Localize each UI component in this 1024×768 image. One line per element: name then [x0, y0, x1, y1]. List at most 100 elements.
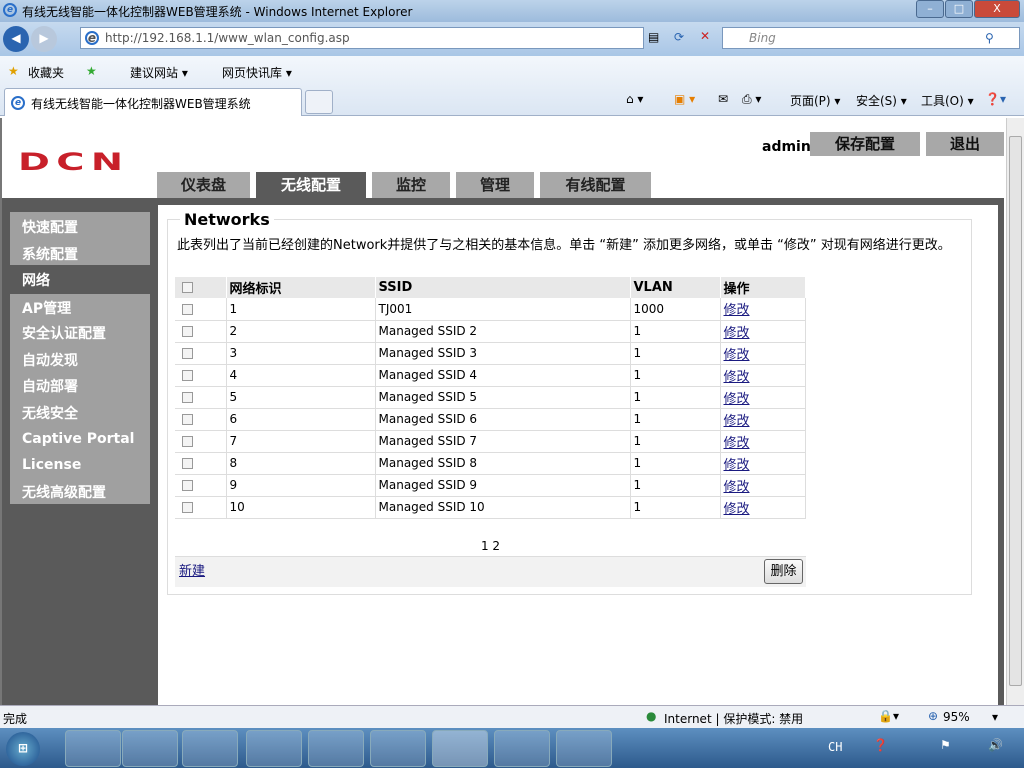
- taskbar-media[interactable]: [182, 730, 238, 767]
- vlan: 1: [630, 474, 721, 497]
- row-checkbox[interactable]: [182, 326, 193, 337]
- start-button[interactable]: ⊞: [6, 732, 40, 766]
- edit-link[interactable]: 修改: [724, 436, 750, 451]
- refresh-icon[interactable]: ⟳: [674, 30, 684, 44]
- delete-button[interactable]: 删除: [764, 559, 803, 584]
- tab-wired-config[interactable]: 有线配置: [540, 172, 651, 198]
- sidebar-item-security-auth[interactable]: 安全认证配置: [22, 323, 106, 343]
- sidebar-item-advanced[interactable]: 无线高级配置: [22, 482, 106, 502]
- stop-icon[interactable]: ✕: [700, 29, 710, 43]
- help-icon[interactable]: ❓▾: [985, 92, 1006, 106]
- page-2-link[interactable]: 2: [492, 539, 500, 553]
- status-bar: 完成 ● Internet | 保护模式: 禁用 🔒▾ ⊕ 95% ▾: [0, 705, 1024, 728]
- taskbar-app[interactable]: [246, 730, 302, 767]
- edit-link[interactable]: 修改: [724, 458, 750, 473]
- edit-link[interactable]: 修改: [724, 303, 750, 318]
- sidebar-item-auto-discovery[interactable]: 自动发现: [22, 350, 78, 370]
- save-config-button[interactable]: 保存配置: [810, 132, 920, 156]
- web-slice-link[interactable]: 网页快讯库 ▾: [222, 64, 292, 81]
- taskbar-remote[interactable]: [370, 730, 426, 767]
- vertical-scrollbar[interactable]: [1006, 118, 1024, 705]
- network-id: 9: [226, 474, 376, 497]
- minimize-button[interactable]: –: [916, 0, 944, 18]
- ssid: Managed SSID 9: [375, 474, 631, 497]
- row-checkbox[interactable]: [182, 502, 193, 513]
- sidebar-item-captive-portal[interactable]: Captive Portal: [22, 431, 134, 447]
- page-menu[interactable]: 页面(P) ▾: [790, 92, 840, 109]
- search-icon[interactable]: ⚲: [985, 31, 994, 45]
- row-checkbox[interactable]: [182, 348, 193, 359]
- sidebar-item-wireless-security[interactable]: 无线安全: [22, 403, 78, 423]
- compat-view-icon[interactable]: ▤: [648, 30, 659, 44]
- row-checkbox[interactable]: [182, 480, 193, 491]
- row-checkbox[interactable]: [182, 458, 193, 469]
- edit-link[interactable]: 修改: [724, 370, 750, 385]
- maximize-button[interactable]: □: [945, 0, 973, 18]
- taskbar-photo[interactable]: [494, 730, 550, 767]
- add-favorite-icon[interactable]: ★: [86, 64, 97, 78]
- mail-icon[interactable]: ✉: [718, 92, 728, 106]
- browser-tab[interactable]: e 有线无线智能一体化控制器WEB管理系统: [4, 88, 302, 116]
- edit-link[interactable]: 修改: [724, 414, 750, 429]
- print-icon[interactable]: ⎙ ▾: [742, 92, 761, 107]
- network-id: 4: [226, 364, 376, 387]
- sidebar-item-quick-config[interactable]: 快速配置: [22, 217, 78, 237]
- suggested-sites-link[interactable]: 建议网站 ▾: [130, 64, 188, 81]
- tab-dashboard[interactable]: 仪表盘: [157, 172, 250, 198]
- protected-mode-icon[interactable]: 🔒▾: [878, 709, 899, 723]
- table-header: 网络标识 SSID VLAN 操作: [175, 277, 806, 298]
- page-icon: e: [85, 31, 99, 45]
- sidebar-item-system-config[interactable]: 系统配置: [22, 244, 78, 264]
- new-network-link[interactable]: 新建: [179, 560, 205, 579]
- row-checkbox[interactable]: [182, 414, 193, 425]
- home-icon[interactable]: ⌂ ▾: [626, 92, 643, 106]
- sidebar-item-ap-management[interactable]: AP管理: [22, 298, 71, 318]
- back-button[interactable]: ◀: [3, 26, 29, 52]
- safety-menu[interactable]: 安全(S) ▾: [856, 92, 907, 109]
- help-tray-icon[interactable]: ❓: [873, 738, 888, 752]
- address-bar[interactable]: e http://192.168.1.1/www_wlan_config.asp: [80, 27, 644, 49]
- taskbar-doc[interactable]: [556, 730, 612, 767]
- row-checkbox[interactable]: [182, 370, 193, 381]
- row-checkbox[interactable]: [182, 436, 193, 447]
- vlan: 1: [630, 408, 721, 431]
- taskbar-explorer[interactable]: [122, 730, 178, 767]
- taskbar-wps[interactable]: [308, 730, 364, 767]
- sidebar-item-license[interactable]: License: [22, 457, 81, 473]
- favorites-button[interactable]: 收藏夹: [28, 64, 64, 81]
- taskbar-ie[interactable]: [65, 730, 121, 767]
- tab-wireless-config[interactable]: 无线配置: [256, 172, 366, 198]
- network-id: 5: [226, 386, 376, 409]
- row-checkbox[interactable]: [182, 303, 193, 315]
- language-indicator[interactable]: CH: [828, 740, 842, 754]
- select-all-checkbox[interactable]: [182, 282, 193, 293]
- ssid: Managed SSID 6: [375, 408, 631, 431]
- url-text: http://192.168.1.1/www_wlan_config.asp: [105, 31, 350, 45]
- search-input[interactable]: Bing ⚲: [722, 27, 1020, 49]
- close-button[interactable]: X: [974, 0, 1020, 18]
- edit-link[interactable]: 修改: [724, 480, 750, 495]
- volume-icon[interactable]: 🔊: [988, 738, 1003, 752]
- feeds-icon[interactable]: ▣ ▾: [674, 92, 695, 106]
- tab-monitor[interactable]: 监控: [372, 172, 450, 198]
- zoom-dropdown[interactable]: ▾: [992, 710, 998, 724]
- edit-link[interactable]: 修改: [724, 502, 750, 517]
- ssid: Managed SSID 7: [375, 430, 631, 453]
- zoom-level[interactable]: 95%: [943, 710, 970, 724]
- column-vlan: VLAN: [630, 277, 721, 298]
- edit-link[interactable]: 修改: [724, 348, 750, 363]
- tools-menu[interactable]: 工具(O) ▾: [921, 92, 974, 109]
- tab-management[interactable]: 管理: [456, 172, 534, 198]
- row-checkbox[interactable]: [182, 392, 193, 403]
- logout-button[interactable]: 退出: [926, 132, 1004, 156]
- flag-icon[interactable]: ⚑: [940, 738, 951, 752]
- edit-link[interactable]: 修改: [724, 392, 750, 407]
- new-tab-button[interactable]: [305, 90, 333, 114]
- ie-icon: e: [3, 3, 17, 17]
- sidebar-item-network[interactable]: 网络: [22, 270, 50, 290]
- edit-link[interactable]: 修改: [724, 326, 750, 341]
- page-1-link[interactable]: 1: [481, 539, 489, 553]
- sidebar-item-auto-deploy[interactable]: 自动部署: [22, 376, 78, 396]
- taskbar-ie-active[interactable]: [432, 730, 488, 767]
- forward-button[interactable]: ▶: [31, 26, 57, 52]
